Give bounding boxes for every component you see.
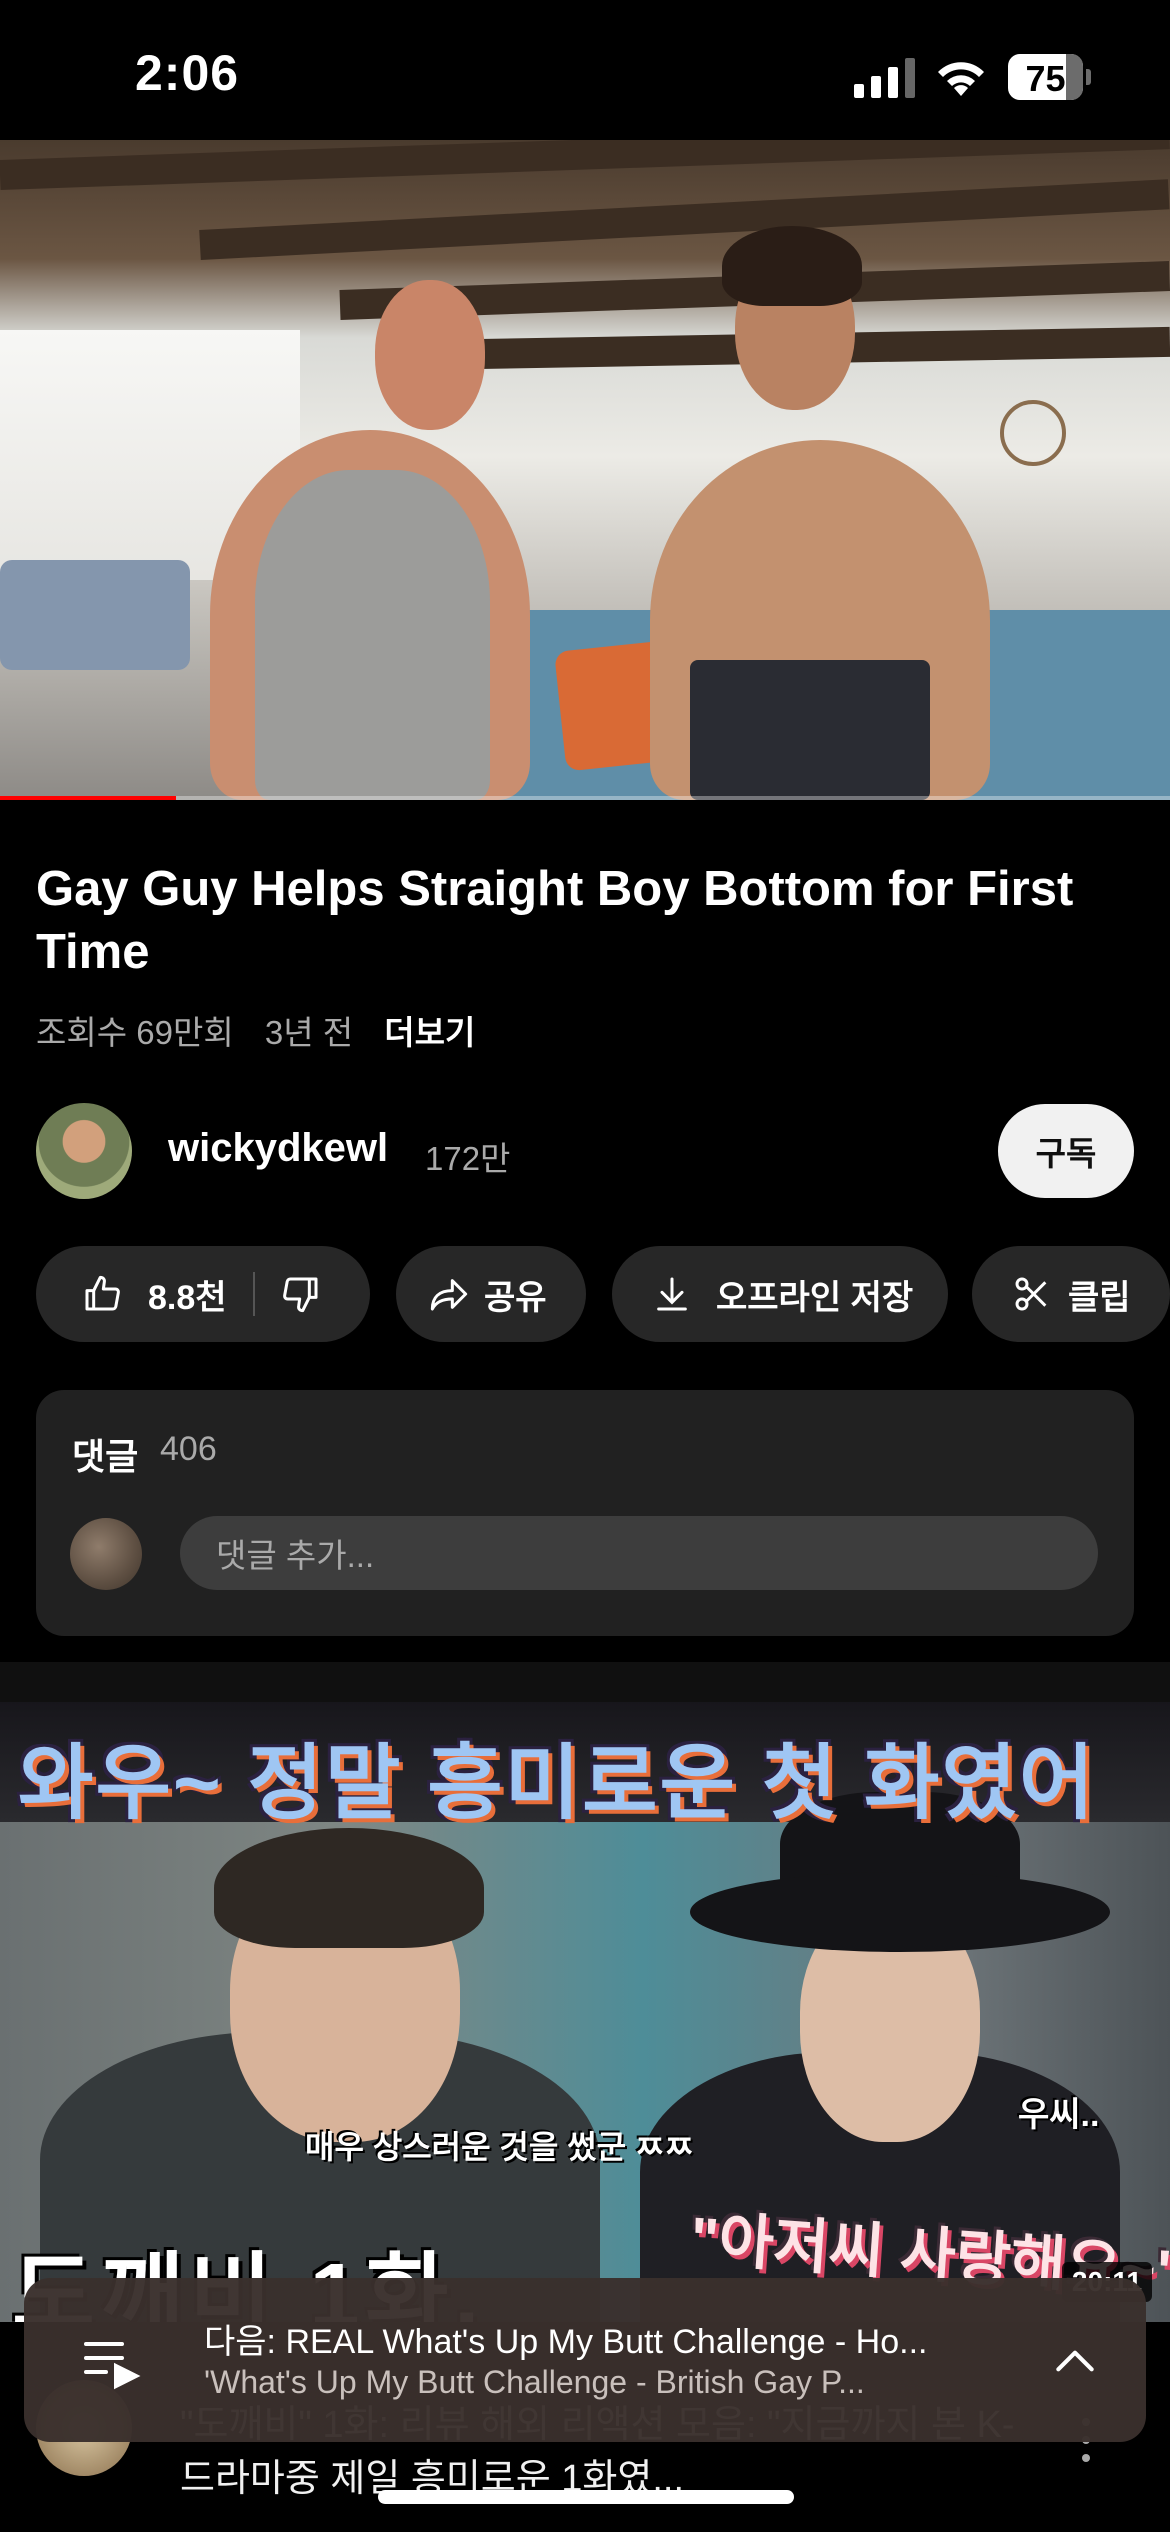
battery-level: 75 (1025, 58, 1066, 99)
video-progress-played (0, 796, 176, 800)
download-button[interactable]: 오프라인 저장 (612, 1246, 948, 1342)
status-bar: 2:06 75 (0, 0, 1170, 140)
thumbs-up-icon[interactable] (82, 1274, 122, 1314)
playlist-queue-icon[interactable] (80, 2328, 144, 2392)
share-button[interactable]: 공유 (396, 1246, 586, 1342)
download-icon (657, 1277, 687, 1311)
chevron-up-icon[interactable] (1050, 2336, 1100, 2386)
subscriber-count: 172만 (425, 1140, 511, 1177)
battery-icon: 75 (1008, 54, 1091, 100)
channel-avatar[interactable] (36, 1103, 132, 1199)
recommended-video-thumbnail[interactable]: 와우~ 정말 흥미로운 첫 화였어 매우 상스러운 것을 썼군 ㅉㅉ 우씨.. … (0, 1702, 1170, 2322)
share-icon (430, 1279, 468, 1311)
subscribe-button[interactable]: 구독 (998, 1104, 1134, 1198)
more-button[interactable]: 더보기 (384, 1014, 475, 1051)
share-label: 공유 (484, 1278, 547, 1317)
user-avatar (70, 1518, 142, 1590)
up-next-subtitle: 'What's Up My Butt Challenge - British G… (204, 2364, 865, 2400)
comments-label: 댓글 (72, 1436, 139, 1477)
clip-button[interactable]: 클립 (972, 1246, 1170, 1342)
add-comment-input[interactable]: 댓글 추가... (180, 1516, 1098, 1590)
up-next-title: 다음: REAL What's Up My Butt Challenge - H… (204, 2323, 928, 2361)
cellular-signal-icon (854, 58, 915, 98)
thumbnail-headline: 와우~ 정말 흥미로운 첫 화였어 (18, 1738, 1097, 1829)
thumbs-down-icon[interactable] (281, 1274, 321, 1314)
section-separator (0, 1662, 1170, 1702)
status-time: 2:06 (135, 45, 240, 101)
upload-age: 3년 전 (264, 1014, 354, 1051)
thumbnail-caption-right-top: 우씨.. (1018, 2096, 1100, 2134)
scissors-icon (1015, 1277, 1047, 1311)
comments-count: 406 (160, 1430, 217, 1468)
download-label: 오프라인 저장 (716, 1278, 914, 1317)
action-buttons-row: 8.8천 공유 오프라인 저장 클립 (36, 1246, 1170, 1342)
wifi-icon (938, 62, 984, 96)
view-count: 조회수 69만회 (36, 1014, 234, 1051)
video-progress-track[interactable] (0, 796, 1170, 800)
like-count[interactable]: 8.8천 (148, 1270, 227, 1319)
home-indicator[interactable] (378, 2490, 794, 2504)
channel-name[interactable]: wickydkewl (168, 1126, 388, 1171)
video-meta[interactable]: 조회수 69만회 3년 전 더보기 (36, 1006, 497, 1054)
clip-label: 클립 (1068, 1278, 1131, 1317)
thumbnail-caption-small: 매우 상스러운 것을 썼군 ㅉㅉ (305, 2129, 694, 2165)
like-divider (252, 1272, 255, 1316)
video-player[interactable] (0, 140, 1170, 800)
comments-section[interactable]: 댓글 406 댓글 추가... (36, 1390, 1134, 1636)
video-title[interactable]: Gay Guy Helps Straight Boy Bottom for Fi… (36, 858, 1136, 984)
like-dislike-group: 8.8천 (36, 1246, 370, 1342)
up-next-bar[interactable]: 다음: REAL What's Up My Butt Challenge - H… (24, 2278, 1146, 2442)
